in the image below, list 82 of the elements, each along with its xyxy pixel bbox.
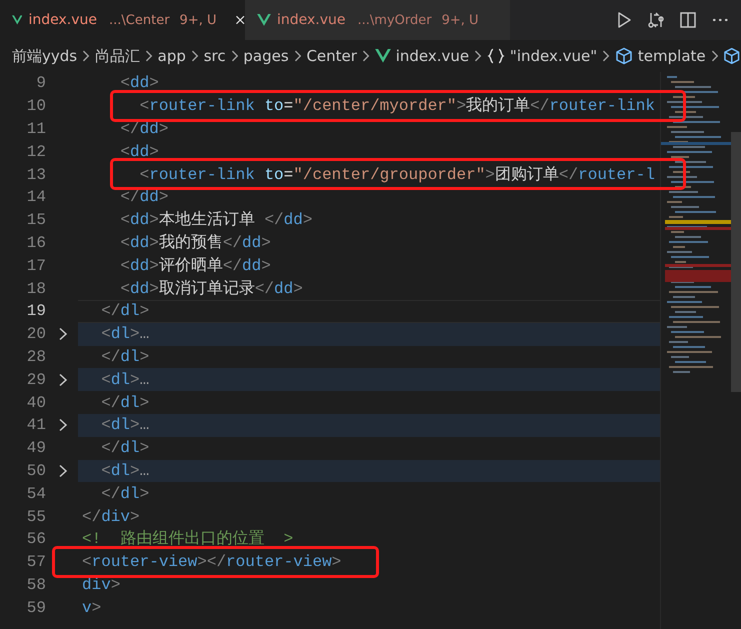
breadcrumb-item[interactable]: "index.vue" [486,47,598,65]
fold-chevron-icon[interactable] [58,418,68,432]
line-number: 57 [26,553,46,572]
code-line: <dd>取消订单记录</dd> [119,278,303,299]
code-line: <dl>… [100,460,150,481]
chevron-right-icon [362,50,370,62]
line-number: 55 [26,508,46,526]
split-editor-icon[interactable] [679,11,697,29]
breadcrumb-item[interactable]: app [158,47,186,65]
code-line: <router-link to="/center/myorder">我的订单</router-link [138,96,655,116]
line-number: 17 [26,256,46,275]
code-line: </div> [82,506,140,527]
chevron-right-icon [710,50,718,62]
line-number: 11 [26,120,46,138]
fold-chevron-icon[interactable] [58,327,68,342]
code-line: <dd>我的预售</dd> [119,232,271,253]
breadcrumb-item[interactable]: 尚品汇 [94,46,140,66]
braces-icon [486,48,505,64]
line-number: 59 [26,598,46,617]
close-icon[interactable] [234,13,245,27]
cube-icon [723,47,741,65]
code-line: </dl> [100,346,150,367]
fold-chevron-icon[interactable] [58,372,68,387]
line-number: 19 [26,302,46,320]
code-line: </dl> [100,392,150,413]
cube-icon [614,47,633,65]
chevron-right-icon [82,50,90,62]
code-line: <dd>评价晒单</dd> [119,256,271,276]
breadcrumb-item[interactable]: template [614,47,706,65]
code-line: <dl>… [100,415,150,436]
code-line: </dl> [100,438,150,458]
line-number: 13 [26,166,46,184]
editor-tab[interactable]: index.vue ...\Center 9+, U [0,0,245,40]
line-number: 10 [26,97,46,116]
line-number: 29 [26,370,46,389]
vue-icon [374,49,391,63]
vue-icon [257,14,271,26]
code-line: <dd> [119,142,159,162]
compare-changes-icon[interactable] [647,11,665,29]
code-line: <dd>本地生活订单 </dd> [119,210,312,230]
line-number: 18 [26,280,46,298]
line-number: 28 [26,348,46,366]
breadcrumb-item[interactable]: src [204,47,226,65]
chevron-right-icon [294,50,302,62]
chevron-right-icon [230,50,238,62]
line-number: 50 [26,462,46,480]
code-line: v> [82,598,102,618]
code-line: <dd> [119,73,159,94]
code-line: <! 路由组件出口的位置 > [82,529,294,550]
code-line: <dl>… [100,324,150,344]
code-line: <router-link to="/center/grouporder">团购订单</router-l [138,164,655,185]
line-number: 15 [26,211,46,230]
line-number: 56 [26,530,46,548]
code-line: </dd> [119,187,168,208]
line-number: 16 [26,234,46,252]
chevron-right-icon [602,50,610,62]
line-number: 54 [26,484,46,503]
chevron-right-icon [474,50,482,62]
line-number: 14 [26,188,46,206]
scrollbar-thumb[interactable] [731,132,741,392]
line-number: 58 [26,576,46,594]
code-line: </dl> [100,484,150,504]
line-number: 41 [26,416,46,434]
line-number: 12 [26,142,46,161]
code-line: <dl>… [100,370,150,390]
breadcrumb-item[interactable]: Center [306,47,357,65]
breadcrumb-item[interactable]: 前端yyds [12,46,78,66]
fold-chevron-icon[interactable] [58,464,68,478]
breadcrumb-item[interactable]: pages [243,47,289,65]
vue-icon [12,14,22,26]
breadcrumb-item[interactable]: index.vue [374,47,470,65]
line-number: 9 [35,74,46,92]
line-number: 49 [26,439,46,458]
line-number: 20 [26,325,46,344]
chevron-right-icon [190,50,199,62]
editor-tab[interactable]: index.vue ...\myOrder 9+, U [245,0,510,40]
code-line: div> [82,574,120,595]
chevron-right-icon [144,50,153,62]
code-line: </dl> [100,301,150,322]
code-line: <router-view></router-view> [82,552,342,572]
line-number: 40 [26,394,46,412]
code-line: </dd> [119,118,168,139]
